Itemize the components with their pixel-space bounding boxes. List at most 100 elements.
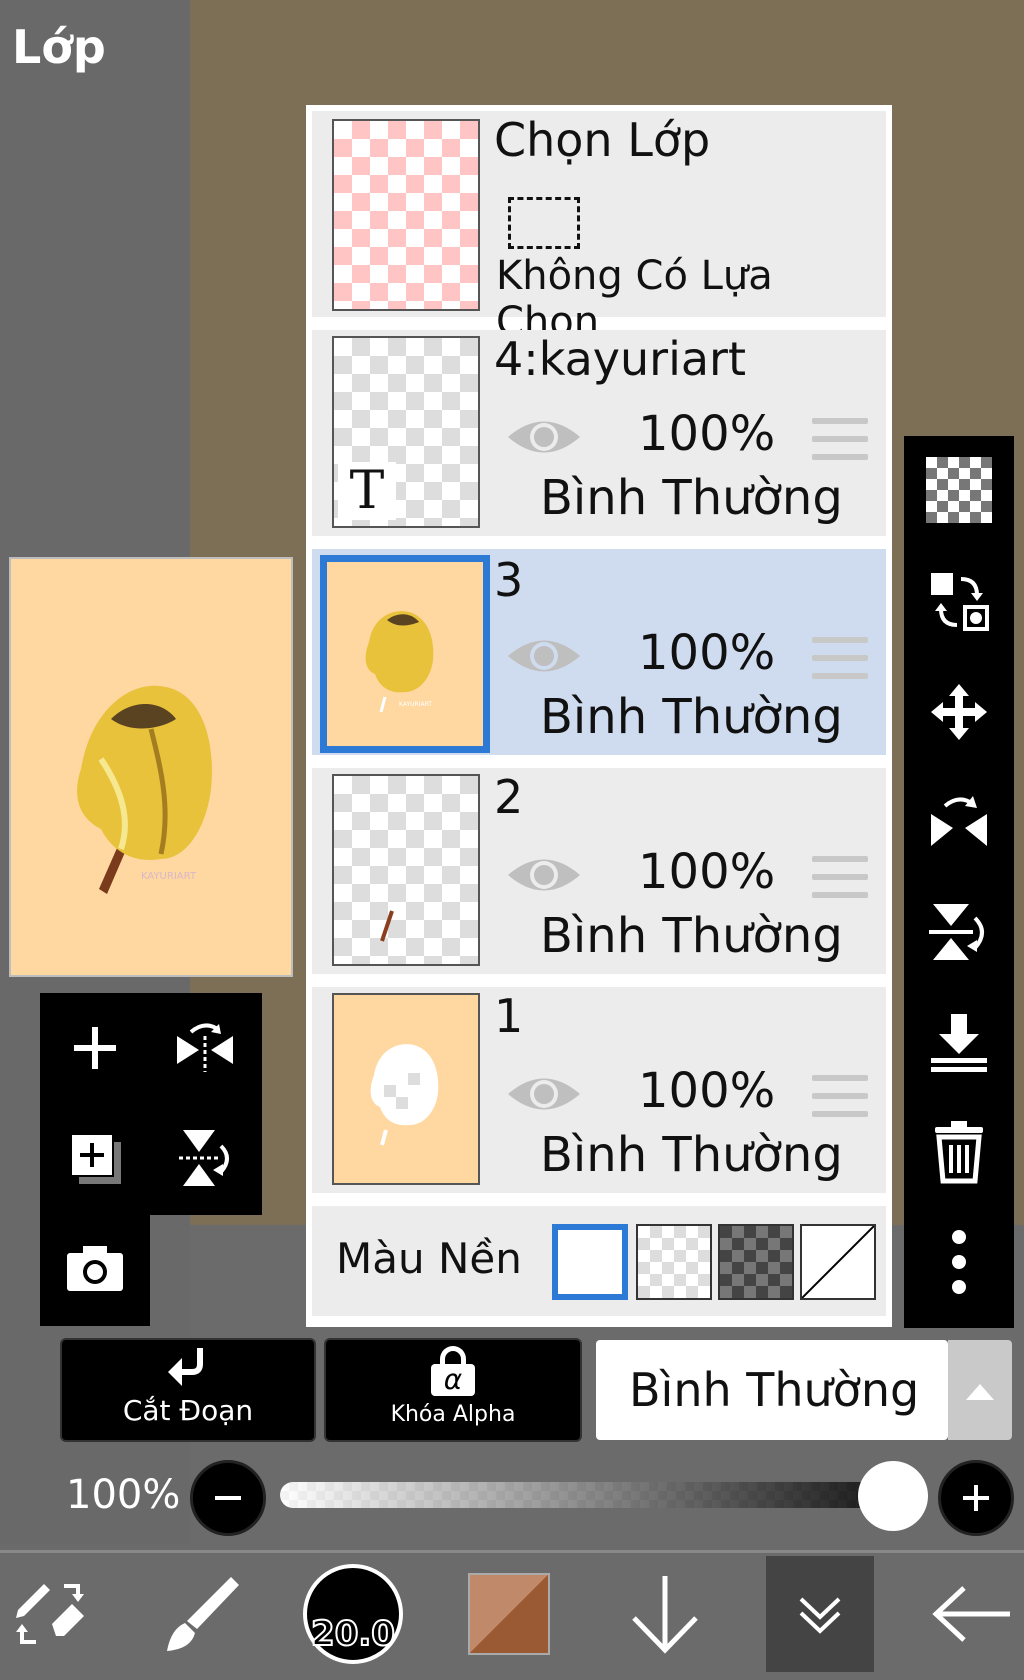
trash-icon [935,1121,983,1184]
alpha-glyph: α [431,1364,475,1396]
brush-size-value: 20.0 [310,1613,396,1655]
merge-down-icon [931,1014,987,1072]
layer-tools-column [904,436,1014,1328]
clipping-label: Cắt Đoạn [122,1394,254,1427]
lock-icon: α [431,1346,475,1398]
layer-mini-toolbar-lower [40,1210,150,1326]
flip-horizontal-icon [177,1023,233,1072]
blend-mode-select[interactable]: Bình Thường [596,1340,948,1440]
layers-panel: Chọn Lớp Không Có Lựa Chọn T 4:kayuriart… [306,105,892,1327]
canvas-preview[interactable]: KAYURIART [9,557,293,977]
drag-handle-icon[interactable] [812,1075,868,1121]
flip-horizontal-button[interactable] [155,998,255,1098]
svg-text:KAYURIART: KAYURIART [399,701,432,708]
pen-eraser-icon [16,1584,84,1644]
layer-opacity: 100% [638,844,776,900]
layer-row-3[interactable]: KAYURIART 3 100% Bình Thường [312,549,886,755]
color-swatch [468,1573,550,1655]
eye-icon[interactable] [506,850,582,900]
bg-white-option[interactable] [552,1224,628,1300]
checker-icon [926,457,992,523]
clip-arrow-icon [168,1348,203,1386]
color-picker-button[interactable] [464,1556,554,1672]
layer-blend-mode: Bình Thường [540,908,843,964]
page-title: Lớp [12,20,106,74]
arrow-left-icon [932,1586,1010,1642]
selection-thumbnail [332,119,480,311]
layer-row-2[interactable]: 2 100% Bình Thường [312,768,886,974]
move-icon [931,684,987,740]
svg-text:KAYURIART: KAYURIART [141,871,197,882]
bg-none-option[interactable] [800,1224,876,1300]
selection-marquee-icon [508,197,580,249]
opacity-decrease-button[interactable] [190,1460,266,1536]
brush-tool-button[interactable] [150,1556,250,1672]
drag-handle-icon[interactable] [812,418,868,464]
layer-row-1[interactable]: 1 100% Bình Thường [312,987,886,1193]
layer-opacity: 100% [638,1063,776,1119]
move-layer-button[interactable] [904,662,1014,762]
text-layer-icon: T [338,462,396,520]
clipping-button[interactable]: Cắt Đoạn [60,1338,316,1442]
more-options-button[interactable] [904,1212,1014,1312]
merge-down-button[interactable] [904,992,1014,1092]
bg-checker-dark-option[interactable] [718,1224,794,1300]
layer-thumbnail: KAYURIART [320,555,490,753]
eye-icon[interactable] [506,412,582,462]
brush-icon [167,1577,239,1651]
swap-layer-button[interactable] [904,552,1014,652]
layer-blend-mode: Bình Thường [540,689,843,745]
more-vertical-icon [952,1230,966,1294]
layer-thumbnail [332,774,480,966]
layer-name: 1 [494,989,524,1043]
add-layer-button[interactable] [45,998,145,1098]
tool-switch-button[interactable] [0,1556,100,1672]
layers-panel-toggle-button[interactable] [766,1556,874,1672]
arrow-down-icon [632,1576,698,1654]
camera-icon [67,1246,123,1291]
camera-button[interactable] [45,1218,145,1318]
transparency-button[interactable] [904,440,1014,540]
blend-mode-dropdown-button[interactable] [948,1340,1012,1440]
drag-handle-icon[interactable] [812,856,868,902]
selection-title: Chọn Lớp [494,113,711,167]
layer-opacity: 100% [638,625,776,681]
background-label: Màu Nền [336,1234,522,1283]
layer-mini-toolbar [40,993,262,1215]
bg-checker-light-option[interactable] [636,1224,712,1300]
plus-icon [963,1485,989,1511]
layer-opacity: 100% [638,406,776,462]
opacity-value: 100% [66,1472,181,1518]
flip-vertical-icon [929,904,984,960]
layer-name: 4:kayuriart [494,332,746,386]
flip-vertical-button[interactable] [155,1108,255,1208]
delete-layer-button[interactable] [904,1102,1014,1202]
opacity-slider-knob[interactable] [858,1461,928,1531]
background-color-row: Màu Nền [312,1206,886,1316]
selection-layer-row[interactable]: Chọn Lớp Không Có Lựa Chọn [312,111,886,345]
opacity-slider-track[interactable] [280,1482,920,1508]
eye-icon[interactable] [506,631,582,681]
opacity-increase-button[interactable] [938,1460,1014,1536]
eye-icon[interactable] [506,1069,582,1119]
double-chevron-down-icon [799,1597,841,1634]
layer-thumbnail [332,993,480,1185]
brush-size-button[interactable]: 20.0 [298,1556,408,1672]
back-button[interactable] [924,1556,1020,1672]
plus-icon [74,1027,116,1069]
duplicate-layer-icon [70,1133,121,1184]
move-down-button[interactable] [620,1556,710,1672]
drag-handle-icon[interactable] [812,637,868,683]
layer-name: 2 [494,770,524,824]
layer-row-4[interactable]: T 4:kayuriart 100% Bình Thường [312,330,886,536]
flip-vertical-icon [179,1130,229,1186]
layer-blend-mode: Bình Thường [540,470,843,526]
flip-horizontal-icon [931,796,987,846]
alpha-lock-label: Khóa Alpha [390,1402,516,1427]
flip-horizontal-layer-button[interactable] [904,772,1014,872]
alpha-lock-button[interactable]: α Khóa Alpha [324,1338,582,1442]
add-copy-layer-button[interactable] [45,1108,145,1208]
minus-icon [215,1496,241,1500]
layer-name: 3 [494,553,524,607]
flip-vertical-layer-button[interactable] [904,882,1014,982]
